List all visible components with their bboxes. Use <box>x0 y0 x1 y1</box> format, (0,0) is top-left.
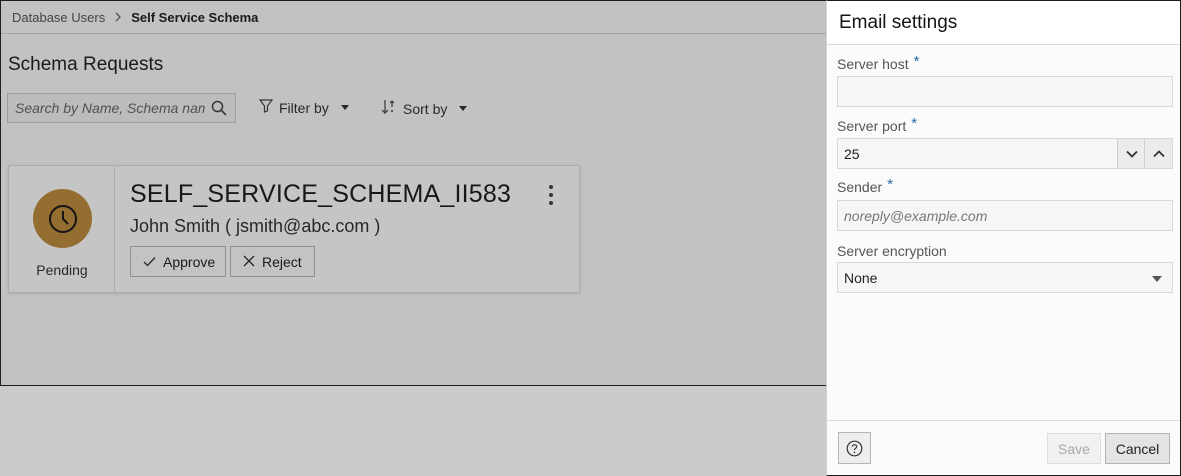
server-encryption-label: Server encryption <box>837 243 947 259</box>
server-host-label-text: Server host <box>837 56 909 72</box>
sort-by-button[interactable]: Sort by <box>381 99 468 118</box>
filter-icon <box>258 99 274 116</box>
cancel-button[interactable]: Cancel <box>1105 433 1170 464</box>
approve-button[interactable]: Approve <box>130 246 226 277</box>
drawer-footer: Save Cancel <box>827 420 1180 475</box>
save-button[interactable]: Save <box>1047 433 1101 464</box>
requester-info: John Smith ( jsmith@abc.com ) <box>130 216 381 236</box>
increment-button[interactable] <box>1144 139 1172 168</box>
status-panel: Pending <box>9 166 115 292</box>
chevron-up-icon <box>1152 149 1165 157</box>
server-encryption-select[interactable]: None <box>837 262 1173 293</box>
sender-label-text: Sender <box>837 179 883 195</box>
required-mark: * <box>913 53 920 70</box>
required-mark: * <box>887 176 893 193</box>
search-icon[interactable] <box>211 100 227 121</box>
backdrop-area <box>0 386 826 476</box>
close-icon <box>243 254 255 270</box>
sender-label: Sender * <box>837 176 893 196</box>
schema-name: SELF_SERVICE_SCHEMA_II583 <box>130 180 512 208</box>
reject-button[interactable]: Reject <box>230 246 315 277</box>
breadcrumb-divider <box>1 33 826 34</box>
server-port-field[interactable] <box>838 139 1116 168</box>
schema-request-card: Pending SELF_SERVICE_SCHEMA_II583 John S… <box>8 165 580 293</box>
server-port-stepper <box>837 138 1173 169</box>
filter-by-button[interactable]: Filter by <box>258 99 349 116</box>
breadcrumb-item-current: Self Service Schema <box>131 10 259 25</box>
caret-down-icon <box>459 106 468 111</box>
approve-label: Approve <box>163 253 216 270</box>
sender-field[interactable] <box>837 200 1173 231</box>
required-mark: * <box>911 115 918 132</box>
search-box <box>7 93 236 123</box>
help-icon <box>846 440 863 456</box>
status-label: Pending <box>36 262 88 278</box>
chevron-down-icon <box>1125 150 1138 158</box>
drawer-header: Email settings <box>827 1 1180 45</box>
search-input[interactable] <box>15 100 205 116</box>
breadcrumb: Database Users Self Service Schema <box>12 10 258 25</box>
server-encryption-value: None <box>844 269 878 286</box>
sort-icon <box>381 99 397 118</box>
help-button[interactable] <box>838 432 871 464</box>
page-title: Schema Requests <box>8 54 164 75</box>
decrement-button[interactable] <box>1117 139 1145 168</box>
check-icon <box>143 254 156 270</box>
server-host-label: Server host * <box>837 53 920 73</box>
server-host-field[interactable] <box>837 76 1173 107</box>
server-port-label-text: Server port <box>837 118 907 134</box>
sort-by-label: Sort by <box>403 100 448 117</box>
chevron-right-icon <box>114 11 122 25</box>
clock-icon <box>33 189 92 248</box>
reject-label: Reject <box>262 253 302 270</box>
caret-down-icon <box>340 105 349 110</box>
server-port-label: Server port * <box>837 115 918 135</box>
drawer-title: Email settings <box>839 12 958 33</box>
main-app-area: Database Users Self Service Schema Schem… <box>0 0 826 386</box>
filter-by-label: Filter by <box>279 99 329 116</box>
more-options-icon[interactable] <box>545 185 557 205</box>
email-settings-drawer: Email settings Server host * Server port *… <box>826 0 1181 476</box>
caret-down-icon <box>1152 276 1162 282</box>
breadcrumb-item-database-users[interactable]: Database Users <box>12 10 105 25</box>
